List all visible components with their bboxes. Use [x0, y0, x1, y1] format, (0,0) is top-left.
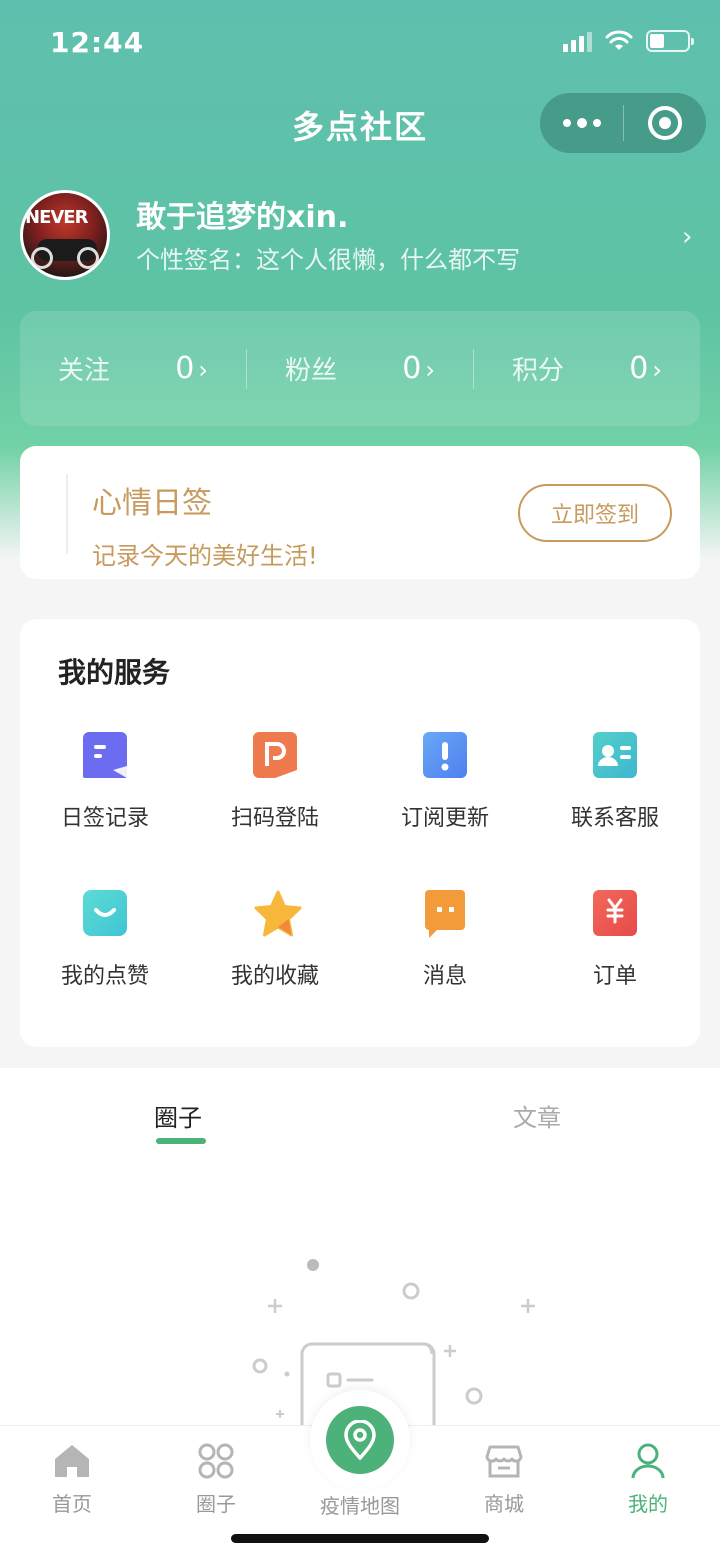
stat-value: 0 [402, 351, 422, 386]
tabbar-home[interactable]: 首页 [22, 1442, 122, 1517]
mood-subtitle: 记录今天的美好生活! [92, 542, 318, 570]
user-signature: 个性签名：这个人很懒，什么都不写 [136, 246, 520, 274]
chevron-right-icon[interactable]: › [682, 222, 692, 252]
subscribe-update-icon [423, 732, 467, 778]
tab-circle[interactable]: 圈子 [154, 1098, 202, 1133]
stat-label: 关注 [58, 356, 111, 386]
order-yen-icon [593, 890, 637, 936]
service-my-likes[interactable]: 我的点赞 [20, 890, 190, 990]
close-mini-program-button[interactable] [624, 93, 706, 153]
service-my-favorites[interactable]: 我的收藏 [190, 890, 360, 990]
tabbar-label: 首页 [52, 1492, 92, 1516]
mini-program-capsule [540, 93, 706, 153]
stat-following[interactable]: 关注 0 › [20, 349, 246, 389]
chevron-right-icon: › [425, 356, 435, 384]
scan-login-icon [253, 732, 297, 778]
tab-articles[interactable]: 文章 [513, 1098, 561, 1133]
avatar-text: NEVER [25, 207, 88, 228]
stat-label: 粉丝 [285, 356, 338, 386]
more-options-button[interactable] [540, 93, 623, 153]
services-title: 我的服务 [58, 656, 171, 689]
mood-checkin-card: 心情日签 记录今天的美好生活! 立即签到 [20, 446, 700, 579]
tabbar-epidemic-map[interactable] [310, 1390, 410, 1490]
tabbar-me[interactable]: 我的 [598, 1442, 698, 1517]
dot-icon [562, 119, 571, 127]
active-tab-indicator [156, 1138, 206, 1144]
stat-value: 0 [175, 351, 195, 386]
checkin-button[interactable]: 立即签到 [518, 484, 672, 542]
tabbar-shop[interactable]: 商城 [454, 1442, 554, 1517]
contact-service-icon [593, 732, 637, 778]
cellular-signal-icon [563, 30, 592, 52]
chevron-right-icon: › [652, 356, 662, 384]
tabbar-label: 商城 [484, 1492, 524, 1516]
service-label: 联系客服 [570, 806, 659, 831]
battery-icon [646, 30, 694, 52]
service-label: 扫码登陆 [230, 806, 319, 831]
my-services-panel: 我的服务 日签记录 扫码登陆 订阅更新 联系客服 我的点赞 我的收藏 消息 订单 [20, 619, 700, 1047]
tabbar-label: 我的 [628, 1492, 668, 1516]
service-scan-login[interactable]: 扫码登陆 [190, 732, 360, 832]
service-subscribe-update[interactable]: 订阅更新 [360, 732, 530, 832]
like-smile-icon [83, 890, 127, 936]
service-messages[interactable]: 消息 [360, 890, 530, 990]
tabbar-circle[interactable]: 圈子 [166, 1442, 266, 1517]
service-sign-record[interactable]: 日签记录 [20, 732, 190, 832]
dot-icon [576, 118, 587, 128]
home-icon [55, 1445, 89, 1477]
stat-value: 0 [629, 351, 649, 386]
stat-points[interactable]: 积分 0 › [473, 348, 700, 389]
service-label: 消息 [422, 964, 467, 989]
user-icon [631, 1443, 665, 1479]
calendar-record-icon [83, 732, 127, 778]
service-label: 我的点赞 [60, 964, 149, 989]
star-icon [253, 890, 302, 937]
service-label: 订阅更新 [400, 806, 489, 831]
user-name[interactable]: 敢于追梦的xin. [136, 192, 348, 236]
tabbar-label: 疫情地图 [320, 1494, 400, 1518]
stat-label: 积分 [512, 356, 565, 386]
avatar[interactable]: NEVER [20, 190, 110, 280]
mood-title: 心情日签 [92, 486, 212, 521]
service-orders[interactable]: 订单 [530, 890, 700, 990]
home-indicator [231, 1534, 489, 1543]
status-time: 12:44 [50, 26, 145, 59]
shop-icon [485, 1445, 523, 1478]
card-accent-line [66, 474, 68, 554]
map-pin-icon [344, 1420, 376, 1460]
dot-icon [592, 119, 601, 127]
service-contact[interactable]: 联系客服 [530, 732, 700, 832]
wifi-icon [605, 30, 633, 50]
stats-bar: 关注 0 › 粉丝 0 › 积分 0 › [20, 311, 700, 426]
target-icon [648, 106, 682, 140]
service-label: 日签记录 [60, 806, 149, 831]
chevron-right-icon: › [198, 356, 208, 384]
circle-group-icon [198, 1443, 234, 1479]
service-label: 我的收藏 [230, 964, 319, 989]
message-icon [423, 890, 467, 938]
service-label: 订单 [592, 964, 637, 989]
status-indicators [563, 30, 694, 52]
stat-fans[interactable]: 粉丝 0 › [246, 348, 473, 389]
tabbar-label: 圈子 [196, 1492, 236, 1516]
